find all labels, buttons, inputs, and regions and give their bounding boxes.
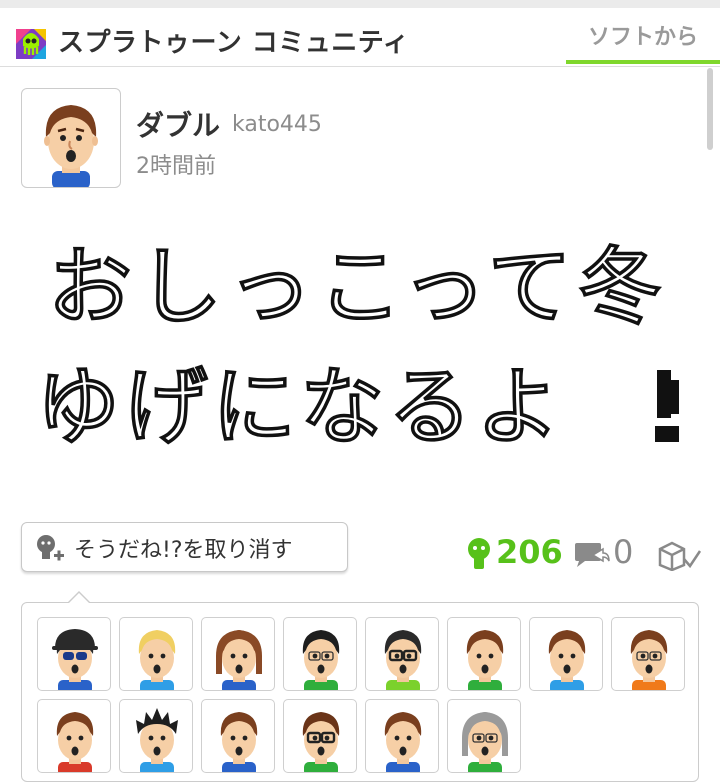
yeah-giver-avatar[interactable]	[611, 617, 685, 691]
yeah-giver-avatar[interactable]	[37, 617, 111, 691]
mii-avatar-spiky-hair-icon	[136, 708, 178, 772]
status-strip	[0, 0, 720, 8]
author-id: kato445	[232, 112, 322, 137]
tab-from-software[interactable]: ソフトから	[566, 22, 720, 64]
community-header: スプラトゥーン コミュニティ ソフトから	[0, 8, 720, 67]
author-mii-icon	[44, 105, 98, 187]
yeah-giver-avatar[interactable]	[365, 699, 439, 773]
yeah-giver-avatar[interactable]	[529, 617, 603, 691]
mii-avatar-brown-hair-glasses-icon	[302, 712, 340, 772]
yeah-giver-avatar[interactable]	[201, 617, 275, 691]
reply-count[interactable]: 0	[613, 533, 633, 571]
splatoon-community-icon[interactable]	[16, 29, 46, 59]
yeah-icon	[468, 538, 490, 569]
author-avatar[interactable]	[21, 88, 121, 188]
yeah-giver-avatar[interactable]	[365, 617, 439, 691]
yeah-giver-avatar[interactable]	[447, 617, 521, 691]
reply-icon	[575, 543, 610, 567]
mii-avatar-brown-hair-icon	[56, 712, 94, 772]
yeah-count[interactable]: 206	[496, 533, 563, 571]
community-title[interactable]: スプラトゥーン コミュニティ	[58, 22, 409, 59]
yeah-giver-avatar[interactable]	[447, 699, 521, 773]
mii-avatar-blonde-icon	[138, 630, 176, 690]
author-name[interactable]: ダブル	[136, 104, 220, 144]
yeah-giver-avatar[interactable]	[37, 699, 111, 773]
yeah-giver-avatar[interactable]	[283, 699, 357, 773]
undo-yeah-button[interactable]: そうだね!?を取り消す	[21, 522, 348, 572]
mii-avatar-black-hair-glasses-icon	[302, 630, 340, 690]
mii-avatar-orange-shirt-icon	[630, 630, 668, 690]
mii-avatar-gray-hair-glasses-icon	[462, 712, 508, 772]
post-timestamp: 2時間前	[136, 154, 216, 179]
mii-avatar-brown-hair-icon	[548, 630, 586, 690]
mii-avatar-brown-hair-icon	[220, 712, 258, 772]
spoiler-report-icon[interactable]	[656, 539, 702, 571]
svg-text:ゆげになるよ: ゆげになるよ	[36, 358, 564, 456]
yeah-giver-avatar[interactable]	[119, 617, 193, 691]
handwritten-memo-drawing: おしっこって冬 ゆげになるよ	[34, 236, 679, 458]
mii-avatar-cap-sunglasses-icon	[52, 629, 98, 690]
mii-avatar-brown-hair-icon	[466, 630, 504, 690]
mii-avatar-glasses-icon	[384, 630, 422, 690]
undo-yeah-label: そうだね!?を取り消す	[74, 538, 293, 563]
yeah-giver-avatar[interactable]	[283, 617, 357, 691]
yeah-giver-avatar[interactable]	[119, 699, 193, 773]
svg-text:おしっこって冬: おしっこって冬	[48, 238, 668, 336]
mii-avatar-long-hair-icon	[216, 630, 262, 690]
panel-pointer-fill	[69, 593, 89, 603]
yeah-giver-avatar[interactable]	[201, 699, 275, 773]
mii-avatar-brown-hair-icon	[384, 712, 422, 772]
scrollbar[interactable]	[707, 68, 713, 150]
yeah-add-icon	[37, 535, 64, 561]
